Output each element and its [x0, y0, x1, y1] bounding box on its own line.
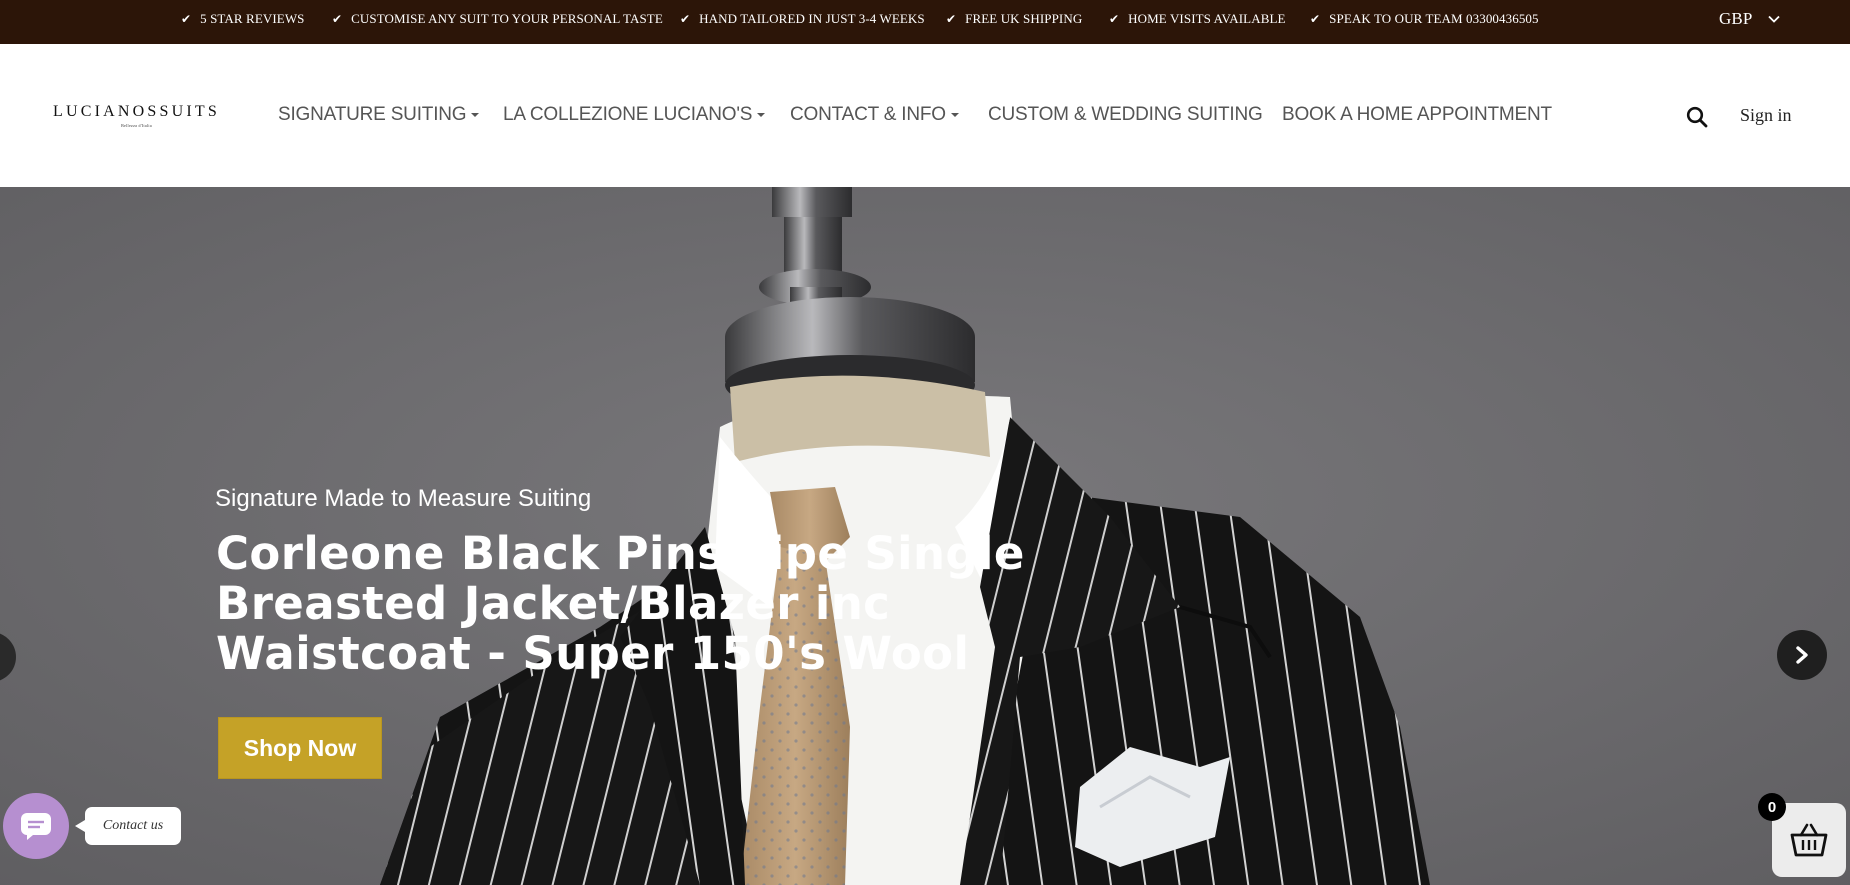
- nav-item-signature-suiting[interactable]: SIGNATURE SUITING: [278, 104, 480, 126]
- cart-count-badge: 0: [1758, 793, 1786, 821]
- logo-tagline: Bellezza d'Italia: [121, 123, 152, 128]
- chat-icon: [21, 813, 51, 840]
- logo[interactable]: LUCIANOSSUITS Bellezza d'Italia: [44, 103, 229, 128]
- nav-item-contact-info[interactable]: CONTACT & INFO: [790, 104, 959, 126]
- nav-label: SIGNATURE SUITING: [278, 104, 467, 125]
- check-icon: ✔: [680, 12, 691, 26]
- check-icon: ✔: [181, 12, 192, 26]
- logo-wordmark: LUCIANOSSUITS: [53, 103, 220, 120]
- usp-item: ✔ CUSTOMISE ANY SUIT TO YOUR PERSONAL TAS…: [332, 0, 663, 38]
- shop-now-button[interactable]: Shop Now: [218, 717, 382, 779]
- announcement-bar: ✔ 5 STAR REVIEWS ✔ CUSTOMISE ANY SUIT TO Y…: [0, 0, 1850, 44]
- caret-down-icon: [471, 113, 480, 117]
- usp-item: ✔ HOME VISITS AVAILABLE: [1109, 0, 1286, 38]
- nav-label: CUSTOM & WEDDING SUITING: [988, 104, 1263, 125]
- nav-label: LA COLLEZIONE LUCIANO'S: [503, 104, 753, 125]
- usp-item: ✔ 5 STAR REVIEWS: [181, 0, 305, 38]
- check-icon: ✔: [1310, 12, 1321, 26]
- contact-us-label[interactable]: Contact us: [75, 807, 181, 845]
- check-icon: ✔: [332, 12, 343, 26]
- currency-label: GBP: [1719, 9, 1753, 28]
- usp-item: ✔ SPEAK TO OUR TEAM 03300436505: [1310, 0, 1539, 38]
- sign-in-link[interactable]: Sign in: [1740, 105, 1792, 126]
- usp-label: CUSTOMISE ANY SUIT TO YOUR PERSONAL TAST…: [351, 11, 663, 26]
- nav-item-la-collezione[interactable]: LA COLLEZIONE LUCIANO'S: [503, 104, 766, 126]
- usp-label: HAND TAILORED IN JUST 3-4 WEEKS: [699, 11, 925, 26]
- slider-next-button[interactable]: [1777, 630, 1827, 680]
- usp-label: SPEAK TO OUR TEAM 03300436505: [1329, 11, 1539, 26]
- caret-down-icon: [950, 113, 959, 117]
- usp-item: ✔ FREE UK SHIPPING: [946, 0, 1082, 38]
- nav-item-custom-wedding[interactable]: CUSTOM & WEDDING SUITING: [988, 104, 1263, 126]
- check-icon: ✔: [1109, 12, 1120, 26]
- nav-label: CONTACT & INFO: [790, 104, 946, 125]
- site-header: LUCIANOSSUITS Bellezza d'Italia SIGNATUR…: [0, 44, 1850, 187]
- hero-title: Corleone Black Pinstripe Single Breasted…: [216, 527, 1025, 680]
- search-icon[interactable]: [1686, 106, 1708, 128]
- hero-subtitle: Signature Made to Measure Suiting: [215, 485, 592, 512]
- usp-label: FREE UK SHIPPING: [965, 11, 1083, 26]
- nav-label: BOOK A HOME APPOINTMENT: [1282, 104, 1552, 125]
- nav-item-book-home-appointment[interactable]: BOOK A HOME APPOINTMENT: [1282, 104, 1552, 126]
- hero-slider: Signature Made to Measure Suiting Corleo…: [0, 187, 1850, 885]
- usp-item: ✔ HAND TAILORED IN JUST 3-4 WEEKS: [680, 0, 925, 38]
- chat-widget-button[interactable]: [3, 793, 69, 859]
- check-icon: ✔: [946, 12, 957, 26]
- basket-icon: [1790, 823, 1828, 857]
- currency-selector[interactable]: GBP: [1719, 0, 1781, 38]
- chevron-down-icon: [1768, 15, 1781, 23]
- chevron-right-icon: [1796, 646, 1808, 664]
- usp-label: 5 STAR REVIEWS: [200, 11, 305, 26]
- usp-label: HOME VISITS AVAILABLE: [1128, 11, 1286, 26]
- caret-down-icon: [757, 113, 766, 117]
